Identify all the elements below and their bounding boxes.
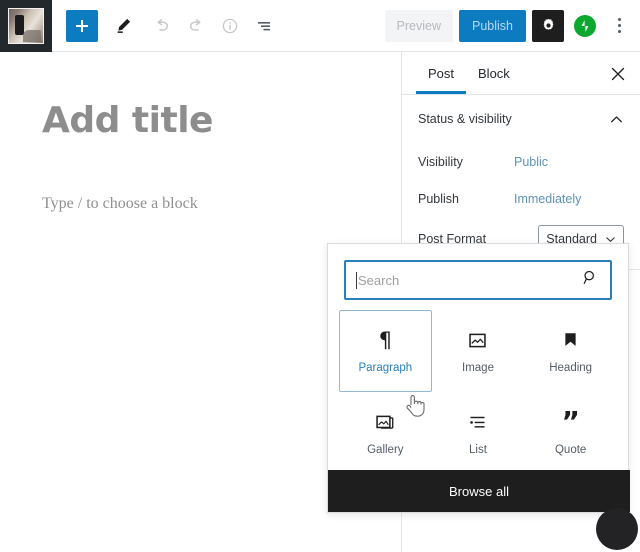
block-label: Image [462, 361, 494, 374]
add-block-button[interactable] [66, 9, 98, 42]
publish-button[interactable]: Publish [459, 9, 526, 42]
block-label: Heading [549, 361, 593, 374]
gear-icon [543, 18, 553, 30]
search-icon [582, 269, 599, 291]
settings-button[interactable] [532, 9, 564, 42]
tab-post[interactable]: Post [416, 52, 467, 94]
block-search-input[interactable]: Search [344, 260, 612, 300]
inserter-search-wrap: Search [328, 244, 628, 310]
more-options-button[interactable] [606, 10, 632, 42]
image-icon [467, 329, 488, 353]
publish-value-button[interactable]: Immediately [514, 192, 581, 206]
row-visibility: Visibility Public [418, 143, 624, 180]
quote-icon: ” [561, 405, 580, 439]
block-type-grid: ¶ Paragraph Image Heading Gallery List ”… [328, 310, 628, 474]
jetpack-button[interactable] [570, 11, 600, 41]
block-item-quote[interactable]: ” Quote [524, 392, 617, 474]
list-icon [467, 411, 488, 435]
editor-toolbar: Preview Publish [0, 0, 640, 52]
block-item-paragraph[interactable]: ¶ Paragraph [339, 310, 432, 392]
default-block-appender[interactable]: Type / to choose a block [42, 195, 198, 213]
text-caret [356, 271, 357, 289]
pencil-icon [117, 18, 131, 33]
undo-button[interactable] [145, 9, 179, 43]
bookmark-glyph [565, 333, 576, 346]
block-inserter-popover: Search ¶ Paragraph Image Heading Gallery… [327, 243, 630, 513]
block-item-heading[interactable]: Heading [524, 310, 617, 392]
list-view-button[interactable] [247, 9, 281, 43]
list-view-icon [258, 21, 270, 30]
publish-label: Publish [418, 191, 459, 206]
redo-icon [189, 18, 201, 31]
row-publish: Publish Immediately [418, 180, 624, 217]
search-placeholder: Search [358, 272, 400, 288]
close-icon [611, 67, 625, 81]
block-item-gallery[interactable]: Gallery [339, 392, 432, 474]
gallery-icon [374, 411, 396, 435]
block-item-list[interactable]: List [432, 392, 525, 474]
plus-icon [76, 19, 88, 32]
site-thumbnail-image [8, 7, 44, 44]
wordpress-block-editor: Preview Publish Add title Type / to choo… [0, 0, 640, 552]
site-icon-button[interactable] [0, 0, 52, 52]
dot [617, 18, 621, 21]
block-label: Quote [554, 443, 587, 456]
block-item-image[interactable]: Image [432, 310, 525, 392]
dot [617, 30, 621, 33]
gallery-glyph [376, 415, 394, 429]
tab-block[interactable]: Block [466, 52, 522, 94]
panel-title: Status & visibility [418, 112, 512, 126]
toolbar-left-group [52, 9, 281, 43]
block-label: Paragraph [358, 361, 413, 374]
pilcrow-icon: ¶ [378, 328, 393, 352]
redo-button[interactable] [179, 9, 213, 43]
preview-button[interactable]: Preview [384, 9, 453, 42]
magnifier-icon [583, 270, 594, 284]
visibility-value-button[interactable]: Public [514, 155, 548, 169]
image-glyph [469, 333, 487, 348]
visibility-label: Visibility [418, 154, 463, 169]
block-label: List [469, 443, 487, 456]
post-title-input[interactable]: Add title [42, 100, 213, 141]
list-glyph [470, 416, 486, 428]
undo-icon [157, 18, 169, 31]
jetpack-icon [574, 14, 596, 37]
dot [617, 24, 621, 27]
block-label: Gallery [367, 443, 404, 456]
close-sidebar-button[interactable] [604, 60, 632, 88]
info-icon [222, 18, 238, 33]
browse-all-button[interactable]: Browse all [328, 470, 630, 512]
edit-mode-button[interactable] [106, 9, 140, 43]
sidebar-tabs: Post Block [402, 52, 640, 95]
lightning-bolt-icon [581, 19, 589, 32]
toolbar-right-group: Preview Publish [384, 9, 640, 42]
touch-indicator-dot [596, 508, 638, 550]
chevron-up-icon [611, 115, 622, 122]
status-visibility-panel-header[interactable]: Status & visibility [402, 95, 640, 143]
heading-bookmark-icon [561, 329, 580, 353]
content-details-button[interactable] [213, 9, 247, 43]
